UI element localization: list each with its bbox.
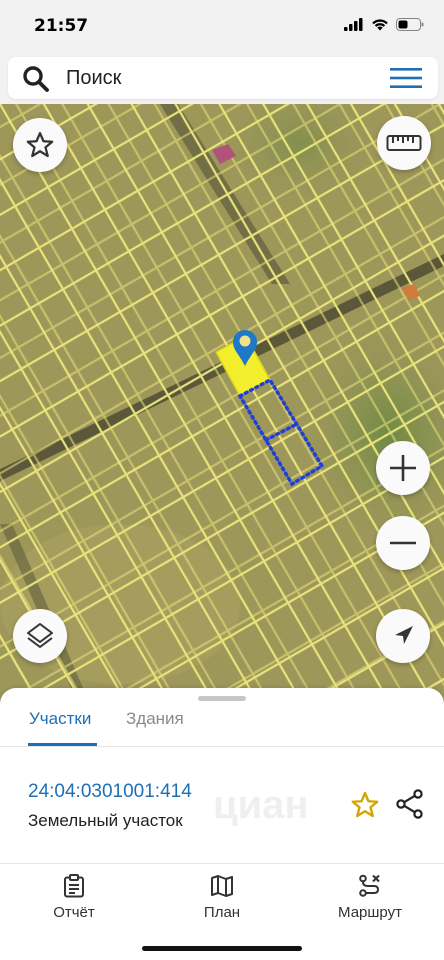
parcel-card[interactable]: циан 24:04:0301001:414 Земельный участок [0,747,444,863]
nav-report-label: Отчёт [53,904,95,921]
layers-icon [27,623,53,648]
cian-watermark: циан [213,783,309,827]
signal-icon [344,18,363,31]
nav-route-label: Маршрут [338,904,402,921]
plus-icon [390,455,416,481]
drag-handle[interactable] [198,696,246,701]
nav-plan-label: План [203,904,241,921]
favorites-star-button[interactable] [13,118,67,172]
ruler-icon [386,135,422,151]
status-time: 21:57 [34,16,89,36]
status-icons [344,18,424,31]
report-clipboard-icon [64,874,84,898]
map-plan-icon [211,875,233,897]
layers-button[interactable] [13,609,67,663]
route-icon [359,874,380,897]
tab-parcels[interactable]: Участки [29,709,91,729]
search-input[interactable] [66,65,366,91]
home-indicator[interactable] [142,946,302,951]
minus-icon [390,541,416,545]
zoom-out-button[interactable] [376,516,430,570]
wifi-icon [372,19,388,31]
hamburger-menu-icon[interactable] [390,68,422,88]
ruler-button[interactable] [377,116,431,170]
nav-plan[interactable]: План [162,874,282,922]
nav-report[interactable]: Отчёт [14,874,134,922]
search-bar[interactable] [8,57,438,99]
my-location-button[interactable] [376,609,430,663]
tab-buildings[interactable]: Здания [126,709,184,729]
search-icon[interactable] [22,65,50,93]
parcel-type: Земельный участок [28,811,183,830]
navigation-arrow-icon [395,626,413,644]
bottom-navigation: Отчёт План Маршрут [0,864,444,960]
status-bar: 21:57 [0,0,444,52]
battery-icon [396,18,424,31]
nav-route[interactable]: Маршрут [310,874,430,922]
star-outline-icon [26,132,54,158]
favorite-star-icon[interactable] [350,790,380,820]
parcel-cadastral-number[interactable]: 24:04:0301001:414 [28,781,192,803]
share-icon[interactable] [395,789,425,819]
cadastral-map[interactable] [0,104,444,704]
zoom-in-button[interactable] [376,441,430,495]
